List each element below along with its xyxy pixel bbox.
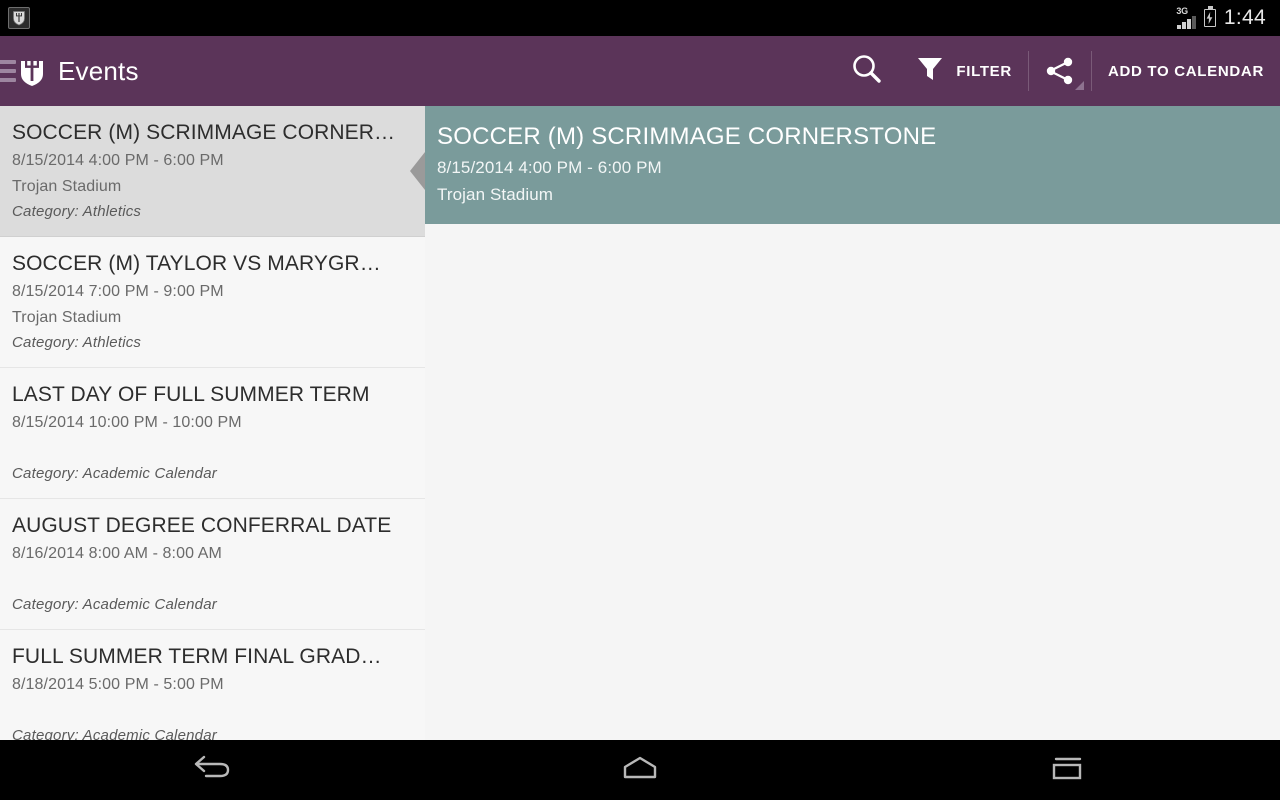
event-location bbox=[12, 436, 409, 462]
status-bar-icons: 3G 1:44 bbox=[1176, 6, 1280, 30]
search-button[interactable] bbox=[834, 36, 900, 106]
status-bar-clock: 1:44 bbox=[1223, 6, 1266, 29]
event-category: Category: Academic Calendar bbox=[12, 596, 217, 613]
event-category: Category: Athletics bbox=[12, 334, 142, 351]
app-shield-trident-icon bbox=[8, 7, 30, 29]
recent-apps-icon bbox=[1046, 753, 1088, 788]
filter-label: FILTER bbox=[956, 62, 1012, 80]
event-date: 8/15/2014 4:00 PM - 6:00 PM bbox=[12, 152, 224, 169]
event-detail-pane: SOCCER (M) SCRIMMAGE CORNERSTONE 8/15/20… bbox=[425, 106, 1280, 740]
event-date: 8/18/2014 5:00 PM - 5:00 PM bbox=[12, 676, 224, 693]
event-title: LAST DAY OF FULL SUMMER TERM bbox=[12, 383, 370, 406]
share-button[interactable] bbox=[1029, 36, 1091, 106]
hamburger-menu-icon[interactable] bbox=[0, 60, 16, 82]
event-category: Category: Academic Calendar bbox=[12, 727, 217, 740]
list-item[interactable]: SOCCER (M) TAYLOR VS MARYGR… 8/15/2014 7… bbox=[0, 237, 425, 368]
list-item[interactable]: LAST DAY OF FULL SUMMER TERM 8/15/2014 1… bbox=[0, 368, 425, 499]
event-date: 8/15/2014 10:00 PM - 10:00 PM bbox=[12, 414, 242, 431]
event-category: Category: Athletics bbox=[12, 203, 142, 220]
event-date: 8/16/2014 8:00 AM - 8:00 AM bbox=[12, 545, 222, 562]
selected-indicator-icon bbox=[410, 152, 425, 190]
event-title: AUGUST DEGREE CONFERRAL DATE bbox=[12, 514, 392, 537]
share-icon bbox=[1045, 57, 1084, 90]
action-bar: Events FILTER ADD TO CALENDAR bbox=[0, 36, 1280, 106]
list-item[interactable]: FULL SUMMER TERM FINAL GRAD… 8/18/2014 5… bbox=[0, 630, 425, 740]
status-bar-notifications bbox=[0, 7, 30, 29]
back-button[interactable] bbox=[153, 740, 273, 800]
recents-button[interactable] bbox=[1007, 740, 1127, 800]
event-detail-header: SOCCER (M) SCRIMMAGE CORNERSTONE 8/15/20… bbox=[425, 106, 1280, 224]
event-location bbox=[12, 567, 409, 593]
event-category: Category: Academic Calendar bbox=[12, 465, 217, 482]
list-item[interactable]: AUGUST DEGREE CONFERRAL DATE 8/16/2014 8… bbox=[0, 499, 425, 630]
dropdown-caret-icon bbox=[1074, 81, 1084, 90]
detail-location: Trojan Stadium bbox=[437, 185, 554, 204]
back-arrow-icon bbox=[192, 753, 234, 788]
detail-title: SOCCER (M) SCRIMMAGE CORNERSTONE bbox=[437, 123, 937, 150]
filter-funnel-icon bbox=[916, 55, 944, 88]
cell-signal-icon: 3G bbox=[1176, 6, 1196, 29]
event-title: SOCCER (M) TAYLOR VS MARYGR… bbox=[12, 252, 381, 275]
add-to-calendar-label: ADD TO CALENDAR bbox=[1107, 62, 1264, 80]
battery-charging-icon bbox=[1203, 6, 1216, 27]
status-bar: 3G 1:44 bbox=[0, 0, 1280, 36]
detail-date: 8/15/2014 4:00 PM - 6:00 PM bbox=[437, 158, 662, 177]
signal-type-label: 3G bbox=[1176, 6, 1188, 16]
home-icon bbox=[619, 753, 661, 788]
content-area: SOCCER (M) SCRIMMAGE CORNER… 8/15/2014 4… bbox=[0, 106, 1280, 740]
list-item[interactable]: SOCCER (M) SCRIMMAGE CORNER… 8/15/2014 4… bbox=[0, 106, 425, 237]
shield-trident-logo-icon bbox=[19, 55, 45, 87]
event-title: FULL SUMMER TERM FINAL GRAD… bbox=[12, 645, 382, 668]
event-title: SOCCER (M) SCRIMMAGE CORNER… bbox=[12, 121, 396, 144]
event-location: Trojan Stadium bbox=[12, 178, 122, 195]
app-root: 3G 1:44 Events FILTER ADD TO CALENDAR SO… bbox=[0, 0, 1280, 800]
system-navigation-bar bbox=[0, 740, 1280, 800]
event-list[interactable]: SOCCER (M) SCRIMMAGE CORNER… 8/15/2014 4… bbox=[0, 106, 425, 740]
search-icon bbox=[850, 52, 884, 91]
event-location: Trojan Stadium bbox=[12, 309, 122, 326]
filter-button[interactable]: FILTER bbox=[900, 36, 1028, 106]
add-to-calendar-button[interactable]: ADD TO CALENDAR bbox=[1092, 36, 1280, 106]
event-location bbox=[12, 698, 409, 724]
action-bar-actions: FILTER ADD TO CALENDAR bbox=[834, 36, 1280, 106]
page-title: Events bbox=[58, 55, 139, 86]
event-date: 8/15/2014 7:00 PM - 9:00 PM bbox=[12, 283, 224, 300]
home-button[interactable] bbox=[580, 740, 700, 800]
